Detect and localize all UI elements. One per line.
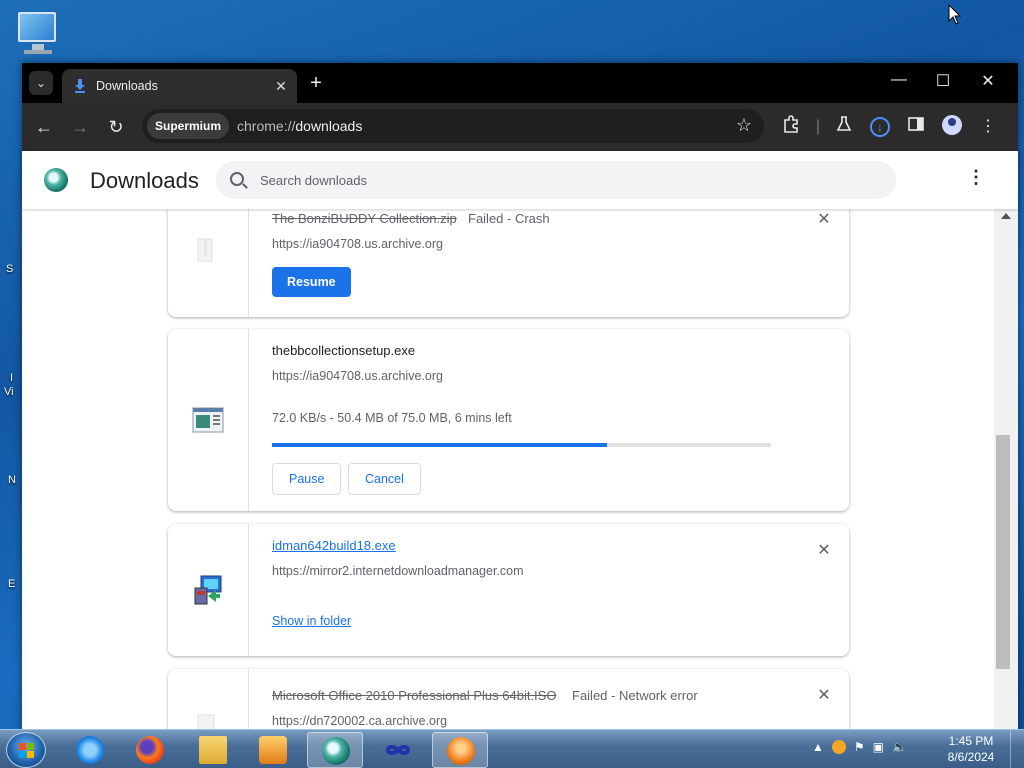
labs-icon[interactable]: [832, 115, 856, 139]
download-source-url[interactable]: https://ia904708.us.archive.org: [272, 369, 443, 383]
desktop-icon-label: S: [6, 263, 14, 275]
desktop-icon-label: E: [8, 578, 16, 590]
new-tab-button[interactable]: +: [305, 72, 327, 94]
search-input[interactable]: [260, 161, 860, 199]
network-icon[interactable]: ▣: [873, 740, 884, 754]
search-box[interactable]: [216, 161, 896, 199]
download-progress-fill: [272, 443, 608, 447]
file-explorer-icon[interactable]: [185, 732, 241, 768]
download-item: The BonziBUDDY Collection.zip Failed - C…: [168, 209, 849, 317]
cancel-button[interactable]: Cancel: [348, 463, 421, 495]
download-item: Microsoft Office 2010 Professional Plus …: [168, 669, 849, 729]
remove-item-close-icon[interactable]: ✕: [816, 540, 832, 560]
download-icon: [74, 79, 86, 93]
search-icon: [230, 172, 244, 186]
taskbar: ▲ ⚑ ▣ 🔈 1:45 PM 8/6/2024: [0, 729, 1024, 768]
download-progress-text: 72.0 KB/s - 50.4 MB of 75.0 MB, 6 mins l…: [272, 411, 512, 425]
desktop-icon-label: Vi: [4, 386, 14, 398]
download-item: idman642build18.exe https://mirror2.inte…: [168, 524, 849, 656]
tab-strip: ⌄ Downloads ✕ + — ☐ ✕: [22, 63, 1018, 103]
download-status: Failed - Network error: [572, 688, 698, 703]
download-progress-bar: [272, 443, 771, 447]
download-icon[interactable]: ↓: [868, 115, 892, 139]
desktop-icon-label: I: [10, 372, 14, 384]
mouse-cursor-icon: [948, 3, 962, 31]
volume-muted-icon[interactable]: 🔈: [892, 740, 907, 754]
pause-button[interactable]: Pause: [272, 463, 342, 495]
download-status: Failed - Crash: [468, 211, 550, 226]
vertical-scrollbar[interactable]: [994, 209, 1018, 729]
tab-close-button[interactable]: ✕: [271, 78, 291, 95]
remove-item-close-icon[interactable]: ✕: [816, 685, 832, 705]
toolbar-divider: |: [815, 118, 821, 135]
firefox-icon[interactable]: [122, 732, 178, 768]
download-source-url[interactable]: https://ia904708.us.archive.org: [272, 237, 443, 251]
media-player-icon[interactable]: [245, 732, 301, 768]
back-button[interactable]: ←: [32, 115, 56, 139]
address-bar[interactable]: Supermium chrome://downloads ☆: [142, 109, 764, 143]
menu-icon[interactable]: ⋮: [976, 115, 1000, 139]
forward-button[interactable]: →: [68, 115, 92, 139]
extensions-icon[interactable]: [779, 115, 803, 139]
browser-chip[interactable]: Supermium: [147, 113, 230, 139]
reload-button[interactable]: ↻: [104, 115, 128, 139]
show-hidden-icons-icon[interactable]: ▲: [812, 740, 824, 754]
infinity-app-icon[interactable]: [370, 732, 426, 768]
windows-logo-icon: [19, 743, 35, 759]
download-item: thebbcollectionsetup.exe https://ia90470…: [168, 329, 849, 511]
download-source-url[interactable]: https://mirror2.internetdownloadmanager.…: [272, 564, 524, 578]
download-filename: The BonziBUDDY Collection.zip: [272, 211, 457, 226]
download-filename: Microsoft Office 2010 Professional Plus …: [272, 688, 557, 703]
zip-file-icon: [194, 237, 218, 270]
tray-app-icon[interactable]: [831, 740, 846, 754]
maximize-button[interactable]: ☐: [928, 71, 958, 91]
computer-desktop-icon[interactable]: [14, 8, 64, 58]
exe-file-icon: [192, 407, 224, 438]
download-filename-link[interactable]: idman642build18.exe: [272, 538, 396, 553]
browser-toolbar: ← → ↻ Supermium chrome://downloads ☆ | ↓…: [22, 103, 1018, 151]
tab-title: Downloads: [96, 79, 158, 93]
scrollbar-thumb[interactable]: [996, 435, 1010, 669]
browser-window: ⌄ Downloads ✕ + — ☐ ✕ ← → ↻ Supermium ch…: [22, 63, 1018, 729]
show-in-folder-link[interactable]: Show in folder: [272, 614, 351, 628]
download-source-url[interactable]: https://dn720002.ca.archive.org: [272, 714, 447, 728]
tab-downloads[interactable]: Downloads ✕: [62, 69, 297, 103]
url-text[interactable]: chrome://downloads: [237, 118, 362, 134]
scroll-up-arrow-icon[interactable]: [1001, 213, 1011, 219]
clock[interactable]: 1:45 PM 8/6/2024: [940, 733, 1002, 765]
desktop-icon-label: N: [8, 474, 16, 486]
start-button[interactable]: [6, 732, 46, 768]
clock-time: 1:45 PM: [948, 734, 994, 748]
tab-search-button[interactable]: ⌄: [29, 71, 53, 95]
internet-explorer-icon[interactable]: [62, 732, 118, 768]
side-panel-icon[interactable]: [904, 115, 928, 139]
supermium-taskbar-icon[interactable]: [307, 732, 363, 768]
supermium-logo-icon: [44, 168, 68, 192]
more-actions-icon[interactable]: ⋮: [966, 167, 986, 191]
idm-installer-icon: [192, 574, 224, 611]
clock-date: 8/6/2024: [947, 750, 995, 764]
downloads-header: Downloads ⋮: [22, 151, 1018, 209]
orange-app-icon[interactable]: [432, 732, 488, 768]
system-tray: ▲ ⚑ ▣ 🔈: [812, 740, 907, 754]
close-window-button[interactable]: ✕: [973, 71, 1003, 91]
show-desktop-button[interactable]: [1010, 730, 1024, 768]
iso-file-icon: [194, 713, 218, 729]
profile-icon[interactable]: [940, 115, 964, 139]
page-title: Downloads: [90, 168, 199, 193]
bookmark-star-icon[interactable]: ☆: [736, 115, 752, 136]
resume-button[interactable]: Resume: [272, 267, 351, 297]
minimize-button[interactable]: —: [884, 71, 914, 89]
remove-item-close-icon[interactable]: ✕: [816, 209, 832, 229]
downloads-list: The BonziBUDDY Collection.zip Failed - C…: [22, 209, 1018, 729]
download-filename: thebbcollectionsetup.exe: [272, 343, 416, 358]
action-center-flag-icon[interactable]: ⚑: [854, 740, 865, 754]
